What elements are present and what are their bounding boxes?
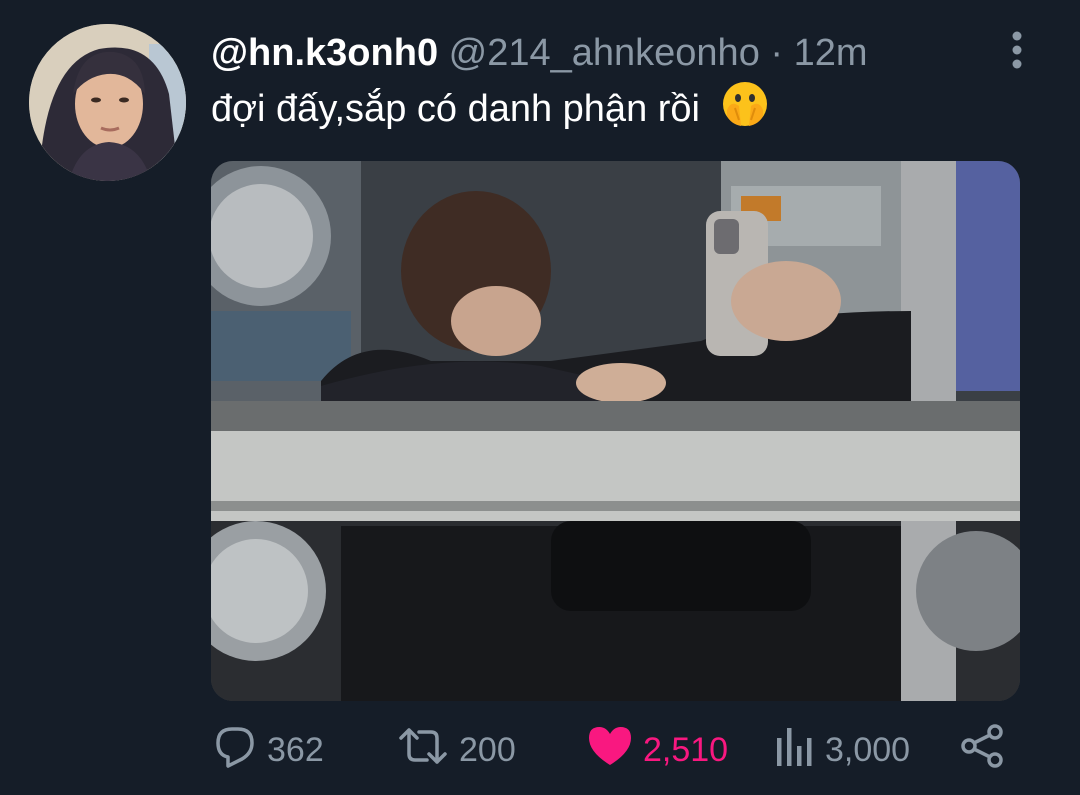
tweet-body: đợi đấy,sắp có danh phận rồi [211, 88, 700, 131]
views-count: 3,000 [825, 730, 911, 769]
tweet[interactable]: @hn.k3onh0 @214_ahnkeonho · 12m đợi đấy,… [0, 0, 1080, 795]
user-handle[interactable]: @214_ahnkeonho [449, 32, 760, 74]
views-button[interactable]: 3,000 [775, 722, 910, 778]
tweet-text: đợi đấy,sắp có danh phận rồi [211, 80, 1020, 132]
display-name[interactable]: @hn.k3onh0 [211, 32, 438, 74]
timestamp[interactable]: 12m [794, 32, 868, 74]
avatar[interactable] [29, 24, 186, 181]
face-with-hand-over-mouth-emoji-icon [721, 80, 769, 142]
more-options-button[interactable] [1002, 30, 1032, 70]
retweet-icon [397, 724, 449, 777]
avatar-image [29, 24, 186, 181]
reply-icon [213, 724, 257, 777]
like-button[interactable]: 2,510 [587, 722, 728, 778]
tweet-header: @hn.k3onh0 @214_ahnkeonho · 12m [211, 28, 930, 78]
separator: · [770, 32, 784, 74]
reply-button[interactable]: 362 [213, 722, 324, 778]
tweet-media-photo[interactable] [211, 161, 1020, 701]
retweet-button[interactable]: 200 [397, 722, 516, 778]
more-vertical-icon [1012, 31, 1022, 69]
heart-icon [587, 724, 633, 777]
share-icon [959, 723, 1005, 778]
views-icon [775, 724, 815, 777]
retweet-count: 200 [459, 730, 516, 769]
like-count: 2,510 [643, 730, 729, 769]
photo-image [211, 161, 1020, 701]
reply-count: 362 [267, 730, 324, 769]
tweet-actions: 362 200 2,510 3,000 [211, 722, 1011, 778]
share-button[interactable] [959, 722, 1015, 778]
